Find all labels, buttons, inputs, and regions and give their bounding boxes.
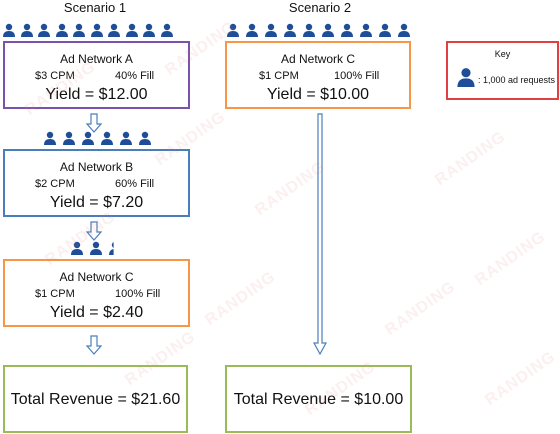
network-cpm: $2 CPM (35, 178, 75, 190)
person-icon (37, 23, 51, 37)
person-icon (142, 23, 156, 37)
key-label: : 1,000 ad requests (478, 75, 556, 85)
network-name: Ad Network C (280, 52, 356, 66)
person-icon (160, 23, 174, 37)
total-revenue: Total Revenue = $10.00 (233, 391, 404, 408)
person-icon (302, 23, 316, 37)
scenario-2-total-box: Total Revenue = $10.00 (225, 365, 412, 433)
scenario-1-total-box: Total Revenue = $21.60 (3, 365, 188, 433)
person-icon (107, 23, 121, 37)
key-box: Key : 1,000 ad requests (446, 41, 559, 100)
total-revenue: Total Revenue = $21.60 (10, 391, 181, 408)
person-icon (226, 23, 240, 37)
person-icon (55, 23, 69, 37)
down-arrow-icon (86, 335, 102, 355)
person-icon (20, 23, 34, 37)
network-name: Ad Network A (60, 52, 133, 66)
scenario-2-ad-network-c-box: Ad Network C $1 CPM 100% Fill Yield = $1… (225, 41, 411, 109)
person-icon (108, 241, 122, 255)
person-icon (397, 23, 411, 37)
person-icon (100, 131, 114, 145)
down-arrow-icon (86, 113, 102, 133)
network-yield: Yield = $12.00 (45, 86, 148, 103)
network-yield: Yield = $7.20 (49, 194, 144, 211)
person-icon (321, 23, 335, 37)
watermark-text: RANDING (472, 228, 549, 289)
person-icon (70, 241, 84, 255)
network-cpm: $1 CPM (35, 288, 75, 300)
network-cpm: $1 CPM (259, 70, 299, 82)
down-arrow-icon (86, 221, 102, 241)
person-icon (81, 131, 95, 145)
ad-network-b-box: Ad Network B $2 CPM 60% Fill Yield = $7.… (3, 149, 190, 217)
watermark-text: RANDING (482, 348, 559, 409)
long-down-arrow-icon (312, 113, 328, 356)
person-icon (378, 23, 392, 37)
person-icon (283, 23, 297, 37)
network-name: Ad Network C (59, 270, 134, 284)
person-icon (138, 131, 152, 145)
ad-network-c-box: Ad Network C $1 CPM 100% Fill Yield = $2… (3, 259, 190, 327)
network-fill: 100% Fill (334, 70, 380, 82)
scenario-1-title: Scenario 1 (63, 0, 127, 15)
person-icon (89, 241, 103, 255)
watermark-text: RANDING (202, 268, 279, 329)
person-icon (125, 23, 139, 37)
person-icon (340, 23, 354, 37)
person-icon (457, 68, 475, 87)
person-icon (245, 23, 259, 37)
person-icon (264, 23, 278, 37)
person-icon (72, 23, 86, 37)
person-icon (2, 23, 16, 37)
person-icon (119, 131, 133, 145)
network-name: Ad Network B (59, 160, 134, 174)
watermark-text: RANDING (382, 278, 459, 339)
network-fill: 100% Fill (115, 288, 161, 300)
person-icon (359, 23, 373, 37)
ad-network-a-box: Ad Network A $3 CPM 40% Fill Yield = $12… (3, 41, 190, 109)
network-yield: Yield = $10.00 (266, 86, 370, 103)
person-icon (62, 131, 76, 145)
watermark-text: RANDING (432, 128, 509, 189)
network-cpm: $3 CPM (35, 70, 75, 82)
network-yield: Yield = $2.40 (49, 304, 144, 321)
person-icon (90, 23, 104, 37)
network-fill: 40% Fill (115, 70, 155, 82)
network-fill: 60% Fill (115, 178, 155, 190)
person-icon (43, 131, 57, 145)
scenario-2-title: Scenario 2 (288, 0, 352, 15)
key-title: Key (494, 49, 511, 59)
